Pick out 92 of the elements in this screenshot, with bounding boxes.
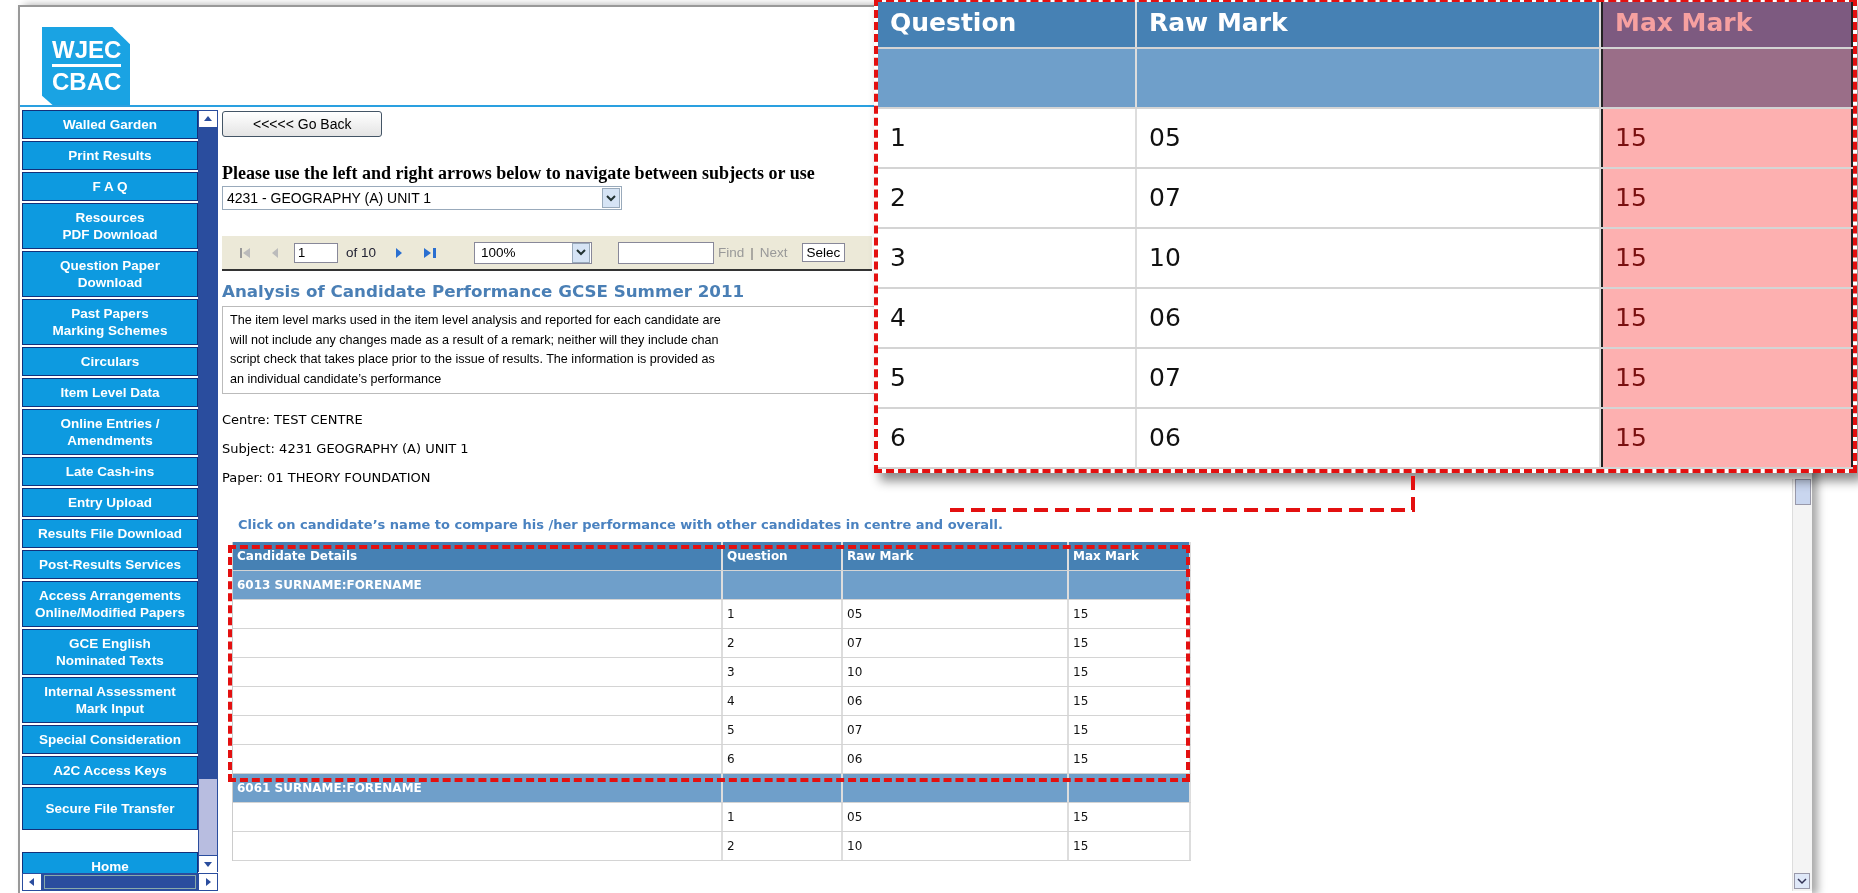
sidebar-item[interactable]: A2C Access Keys xyxy=(22,756,198,785)
table-cell: 2 xyxy=(723,832,843,860)
notice-text: The item level marks used in the item level analysis and reported for each candidate are xyxy=(230,312,722,329)
export-dropdown[interactable]: Selec xyxy=(801,243,846,262)
column-header: Question xyxy=(723,542,843,570)
table-cell: 15 xyxy=(1601,289,1853,347)
scroll-down-icon[interactable] xyxy=(199,856,217,872)
sidebar-item[interactable]: Secure File Transfer xyxy=(22,787,198,830)
subject-dropdown[interactable]: 4231 - GEOGRAPHY (A) UNIT 1 xyxy=(222,186,622,210)
sidebar-item[interactable]: Special Consideration xyxy=(22,725,198,754)
table-cell: 4 xyxy=(723,687,843,715)
go-back-button[interactable]: <<<<< Go Back xyxy=(222,111,383,137)
scroll-right-icon[interactable] xyxy=(199,874,217,890)
instruction-text: Please use the left and right arrows below to navigate between subjects or use xyxy=(222,163,815,184)
sidebar-item[interactable]: Results File Download xyxy=(22,519,198,548)
find-field[interactable] xyxy=(618,241,715,264)
table-cell: 15 xyxy=(1069,629,1191,657)
table-cell: 15 xyxy=(1069,832,1191,860)
sidebar-item[interactable]: F A Q xyxy=(22,172,198,201)
page-number-field[interactable]: 1 xyxy=(294,242,338,263)
sidebar-item[interactable]: Entry Upload xyxy=(22,488,198,517)
table-cell: 3 xyxy=(723,658,843,686)
sidebar-item[interactable]: GCE English Nominated Texts xyxy=(22,629,198,675)
sidebar-item[interactable]: Online Entries / Amendments xyxy=(22,409,198,455)
candidate-name[interactable]: 6013 SURNAME:FORENAME xyxy=(233,571,723,599)
sidebar-item[interactable]: Access Arrangements Online/Modified Papers xyxy=(22,581,198,627)
table-cell: 06 xyxy=(843,687,1069,715)
table-cell: 15 xyxy=(1069,716,1191,744)
table-cell: 07 xyxy=(843,716,1069,744)
sidebar-item[interactable]: Past Papers Marking Schemes xyxy=(22,299,198,345)
sidebar-item[interactable]: Late Cash-ins xyxy=(22,457,198,486)
page-count: of 10 xyxy=(346,245,377,260)
table-cell: 15 xyxy=(1069,600,1191,628)
table-cell: 1 xyxy=(723,803,843,831)
notice-text: an individual candidate’s performance xyxy=(230,370,443,388)
scroll-thumb[interactable] xyxy=(1795,479,1811,505)
table-cell: 15 xyxy=(1069,803,1191,831)
horizontal-scrollbar[interactable] xyxy=(22,873,218,891)
table-cell: 05 xyxy=(843,600,1069,628)
sidebar-item[interactable]: Circulars xyxy=(22,347,198,376)
table-cell: 3 xyxy=(878,229,1137,287)
scroll-down-icon[interactable] xyxy=(1794,873,1810,889)
logo: WJEC CBAC xyxy=(42,27,130,105)
table-cell: 2 xyxy=(878,169,1137,227)
sidebar-item[interactable]: Item Level Data xyxy=(22,378,198,407)
table-cell: 10 xyxy=(843,832,1069,860)
report-title: Analysis of Candidate Performance GCSE Summer 2011 xyxy=(222,281,745,301)
sidebar-item[interactable]: Internal Assessment Mark Input xyxy=(22,677,198,723)
table-cell: 15 xyxy=(1069,687,1191,715)
sidebar-item[interactable]: Print Results xyxy=(22,141,198,170)
table-cell: 2 xyxy=(723,629,843,657)
column-header: Raw Mark xyxy=(843,542,1069,570)
scroll-up-icon[interactable] xyxy=(199,111,217,127)
scrollbar[interactable] xyxy=(1792,479,1812,891)
column-header: Max Mark xyxy=(1601,2,1853,47)
last-page-icon[interactable] xyxy=(422,245,439,260)
notice-text: will not include any changes made as a result of a remark; neither will they include chan xyxy=(230,331,720,349)
scroll-left-icon[interactable] xyxy=(23,874,41,890)
table-cell: 10 xyxy=(843,658,1069,686)
table-cell: 6 xyxy=(878,409,1137,467)
separator: | xyxy=(749,245,755,260)
hint-text: Click on candidate’s name to compare his /her performance with other candidates in centre and overall. xyxy=(238,517,1003,532)
table-cell: 15 xyxy=(1601,409,1853,467)
notice-text: script check that takes place prior to the issue of results. The information is provided as xyxy=(230,351,716,368)
zoom-dropdown[interactable]: 100% xyxy=(474,241,593,264)
table-cell: 1 xyxy=(878,109,1137,167)
scroll-thumb[interactable] xyxy=(199,779,217,855)
candidate-name[interactable]: 6061 SURNAME:FORENAME xyxy=(233,774,723,802)
centre-text: Centre: TEST CENTRE xyxy=(222,412,363,427)
sidebar-item[interactable]: Resources PDF Download xyxy=(22,203,198,249)
table-cell: 5 xyxy=(723,716,843,744)
table-cell: 15 xyxy=(1601,169,1853,227)
table-cell: 15 xyxy=(1069,658,1191,686)
column-header: Raw Mark xyxy=(1137,2,1601,47)
table-cell: 05 xyxy=(843,803,1069,831)
subject-text: Subject: 4231 GEOGRAPHY (A) UNIT 1 xyxy=(222,441,469,456)
sidebar-item[interactable]: Walled Garden xyxy=(22,110,198,139)
first-page-icon[interactable] xyxy=(238,245,252,260)
column-header: Candidate Details xyxy=(233,542,723,570)
table-cell: 15 xyxy=(1601,349,1853,407)
scrollbar[interactable] xyxy=(198,110,218,872)
sidebar-item[interactable]: Post-Results Services xyxy=(22,550,198,579)
sidebar-item[interactable]: Home xyxy=(22,852,198,873)
table-cell: 1 xyxy=(723,600,843,628)
column-header: Question xyxy=(878,2,1137,47)
paper-text: Paper: 01 THEORY FOUNDATION xyxy=(222,470,431,485)
sidebar-item[interactable]: Question Paper Download xyxy=(22,251,198,297)
table-cell: 15 xyxy=(1601,229,1853,287)
table-cell: 5 xyxy=(878,349,1137,407)
table-cell: 4 xyxy=(878,289,1137,347)
table-cell: 07 xyxy=(843,629,1069,657)
table-cell: 15 xyxy=(1601,109,1853,167)
